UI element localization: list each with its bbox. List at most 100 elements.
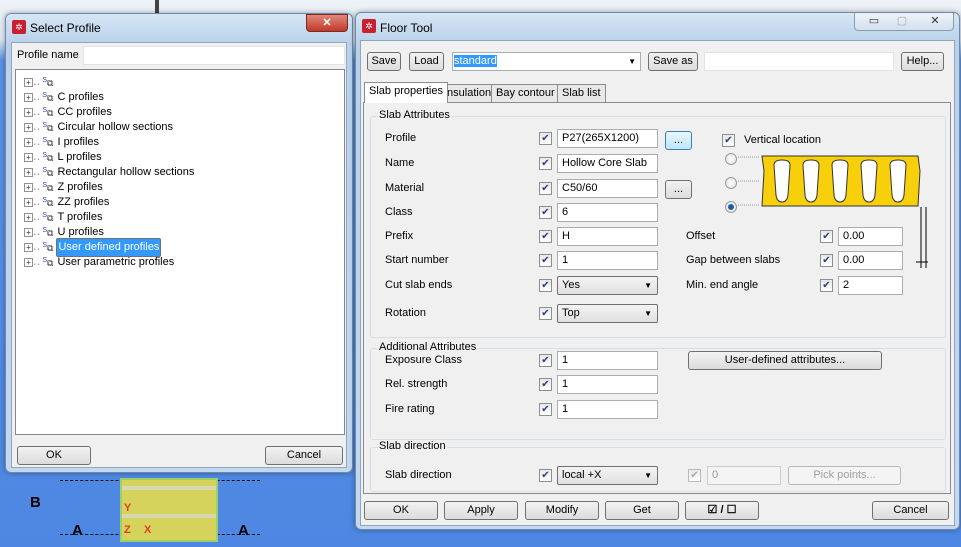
material-checkbox[interactable]: ✔ (539, 182, 552, 195)
pick-points-button[interactable]: Pick points... (788, 466, 901, 485)
profile-checkbox[interactable]: ✔ (539, 132, 552, 145)
tree-item[interactable]: + ‥ S⧉ C profiles (24, 88, 105, 103)
group-title: Slab Attributes (377, 109, 452, 121)
expand-icon[interactable]: + (24, 122, 33, 132)
expand-icon[interactable]: + (24, 92, 33, 102)
load-button[interactable]: Load (409, 52, 444, 71)
chevron-down-icon[interactable]: ▼ (628, 53, 636, 70)
expand-icon[interactable]: + (24, 77, 33, 87)
angle-input[interactable]: 0 (707, 466, 781, 485)
name-checkbox[interactable]: ✔ (539, 157, 552, 170)
tree-item[interactable]: + ‥ S⧉ (24, 73, 58, 88)
exposure-input[interactable]: 1 (557, 351, 658, 370)
minimize-button[interactable]: ▭ (863, 14, 885, 27)
fire-rating-checkbox[interactable]: ✔ (539, 403, 552, 416)
profile-input[interactable]: P27(265X1200) (557, 129, 658, 148)
rel-strength-checkbox[interactable]: ✔ (539, 378, 552, 391)
modify-button[interactable]: Modify (525, 501, 599, 520)
rotation-select[interactable]: Top ▼ (557, 304, 658, 323)
expand-icon[interactable]: + (24, 167, 33, 177)
preset-combo[interactable]: standard ▼ (452, 52, 641, 71)
expand-icon[interactable]: + (24, 242, 33, 252)
toggle-checkboxes-button[interactable]: ☑ / ☐ (685, 501, 759, 520)
start-number-label: Start number (385, 254, 449, 266)
slab-object[interactable]: Y Z X (120, 478, 218, 542)
start-number-checkbox[interactable]: ✔ (539, 254, 552, 267)
start-number-input[interactable]: 1 (557, 251, 658, 270)
fire-rating-label: Fire rating (385, 403, 435, 415)
tab-slab-list[interactable]: Slab list (557, 84, 606, 102)
tree-item[interactable]: + ‥ S⧉ User defined profiles (24, 238, 162, 257)
ok-button[interactable]: OK (17, 446, 91, 465)
name-label: Name (385, 157, 415, 169)
tree-item-label: Rectangular hollow sections (57, 165, 195, 178)
rel-strength-input[interactable]: 1 (557, 375, 658, 394)
rotation-value: Top (562, 307, 580, 319)
get-button[interactable]: Get (605, 501, 679, 520)
vertical-location-top-radio[interactable] (725, 153, 737, 165)
expand-icon[interactable]: + (24, 107, 33, 117)
min-end-angle-checkbox[interactable]: ✔ (820, 279, 833, 292)
cut-slab-ends-checkbox[interactable]: ✔ (539, 279, 552, 292)
tab-slab-properties[interactable]: Slab properties (364, 82, 448, 103)
slab-direction-checkbox[interactable]: ✔ (539, 469, 552, 482)
profile-browse-button[interactable]: ... (665, 131, 692, 150)
prefix-input[interactable]: H (557, 227, 658, 246)
tree-connector: ‥ (33, 120, 41, 133)
vertical-location-checkbox[interactable]: ✔ (722, 134, 735, 147)
cut-slab-ends-select[interactable]: Yes ▼ (557, 276, 658, 295)
save-as-input[interactable] (704, 52, 894, 71)
user-defined-attributes-button[interactable]: User-defined attributes... (688, 351, 882, 370)
vertical-location-middle-radio[interactable] (725, 177, 737, 189)
save-as-button[interactable]: Save as (648, 52, 698, 71)
maximize-button[interactable]: ▢ (891, 14, 913, 27)
tree-item[interactable]: + ‥ S⧉ T profiles (24, 208, 104, 223)
min-end-angle-input[interactable]: 2 (838, 276, 903, 295)
expand-icon[interactable]: + (24, 152, 33, 162)
vertical-location-label: Vertical location (744, 134, 822, 146)
close-button[interactable]: ✕ (921, 14, 949, 27)
expand-icon[interactable]: + (24, 257, 33, 267)
angle-checkbox[interactable]: ✔ (688, 469, 701, 482)
rotation-checkbox[interactable]: ✔ (539, 307, 552, 320)
floor-tool-window: ✲ Floor Tool ▭ ▢ ✕ Save Load standard ▼ … (355, 12, 960, 530)
material-input[interactable]: C50/60 (557, 179, 658, 198)
tree-item[interactable]: + ‥ S⧉ Circular hollow sections (24, 118, 174, 133)
apply-button[interactable]: Apply (444, 501, 518, 520)
fire-rating-input[interactable]: 1 (557, 400, 658, 419)
class-checkbox[interactable]: ✔ (539, 206, 552, 219)
tab-panel: Slab Attributes Profile ✔ P27(265X1200) Nam… (363, 102, 951, 494)
profile-tree[interactable]: + ‥ S⧉ + ‥ S⧉ C profiles + ‥ S⧉ CC profiles + ‥ S⧉ Cir… (15, 69, 345, 435)
tab-bay-contour[interactable]: Bay contour (491, 84, 560, 102)
class-input[interactable]: 6 (557, 203, 658, 222)
expand-icon[interactable]: + (24, 227, 33, 237)
viewport-divider (155, 0, 159, 14)
tree-item[interactable]: + ‥ S⧉ User parametric profiles (24, 253, 175, 268)
cancel-button[interactable]: Cancel (265, 446, 343, 465)
exposure-checkbox[interactable]: ✔ (539, 354, 552, 367)
expand-icon[interactable]: + (24, 212, 33, 222)
profile-name-input[interactable] (83, 46, 345, 65)
expand-icon[interactable]: + (24, 182, 33, 192)
slab-direction-select[interactable]: local +X ▼ (557, 466, 658, 485)
material-browse-button[interactable]: ... (665, 180, 692, 199)
tree-item[interactable]: + ‥ S⧉ L profiles (24, 148, 103, 163)
tree-item[interactable]: + ‥ S⧉ I profiles (24, 133, 100, 148)
help-button[interactable]: Help... (901, 52, 944, 71)
name-input[interactable]: Hollow Core Slab (557, 154, 658, 173)
tree-item[interactable]: + ‥ S⧉ U profiles (24, 223, 105, 238)
cancel-button[interactable]: Cancel (872, 501, 949, 520)
prefix-checkbox[interactable]: ✔ (539, 230, 552, 243)
ok-button[interactable]: OK (364, 501, 438, 520)
grid-label-a: A (72, 522, 83, 539)
axis-y: Y (124, 502, 132, 514)
vertical-location-bottom-radio[interactable] (725, 201, 737, 213)
expand-icon[interactable]: + (24, 137, 33, 147)
tree-item[interactable]: + ‥ S⧉ Z profiles (24, 178, 104, 193)
tree-item[interactable]: + ‥ S⧉ CC profiles (24, 103, 113, 118)
tree-item[interactable]: + ‥ S⧉ Rectangular hollow sections (24, 163, 195, 178)
expand-icon[interactable]: + (24, 197, 33, 207)
save-button[interactable]: Save (367, 52, 401, 71)
close-button[interactable]: ✕ (306, 14, 348, 32)
tree-item[interactable]: + ‥ S⧉ ZZ profiles (24, 193, 110, 208)
